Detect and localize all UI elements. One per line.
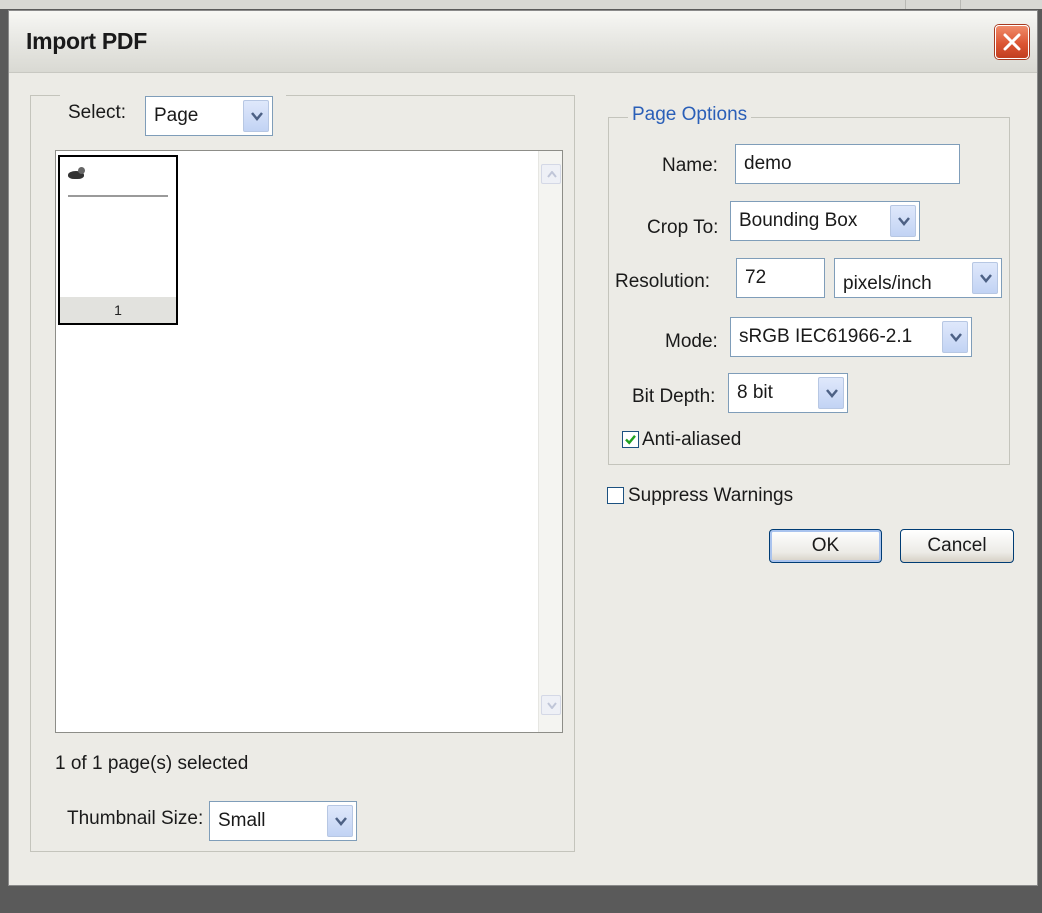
close-button[interactable]	[995, 25, 1029, 59]
mode-dropdown[interactable]: sRGB IEC61966-2.1	[730, 317, 972, 357]
page-text-line	[68, 195, 168, 197]
select-value: Page	[154, 105, 199, 126]
name-value: demo	[744, 153, 792, 174]
mode-dropdown-button[interactable]	[942, 321, 968, 353]
crop-to-value: Bounding Box	[739, 210, 858, 231]
select-label: Select:	[68, 102, 127, 123]
scroll-down-button[interactable]	[541, 695, 561, 715]
suppress-warnings-checkbox[interactable]	[607, 487, 624, 504]
thumbnail-size-dropdown[interactable]: Small	[209, 801, 357, 841]
chevron-down-icon	[826, 389, 838, 398]
suppress-warnings-label[interactable]: Suppress Warnings	[628, 485, 793, 507]
bit-depth-label: Bit Depth:	[632, 386, 716, 407]
bit-depth-value: 8 bit	[737, 382, 773, 403]
bit-depth-dropdown-button[interactable]	[818, 377, 844, 409]
bit-depth-dropdown[interactable]: 8 bit	[728, 373, 848, 413]
name-label: Name:	[662, 155, 718, 176]
mode-label: Mode:	[665, 331, 718, 352]
select-dropdown-button[interactable]	[243, 100, 269, 132]
background-strip	[0, 0, 1042, 9]
selection-status: 1 of 1 page(s) selected	[55, 753, 249, 774]
anti-aliased-checkbox[interactable]	[622, 431, 639, 448]
resolution-unit-value: pixels/inch	[843, 273, 932, 294]
page-options-legend: Page Options	[628, 104, 752, 126]
crop-to-label: Crop To:	[647, 217, 719, 238]
chevron-down-icon	[898, 217, 910, 226]
thumbnail-size-dropdown-button[interactable]	[327, 805, 353, 837]
scroll-up-button[interactable]	[541, 164, 561, 184]
resolution-input[interactable]: 72	[736, 258, 825, 298]
strip-divider	[905, 0, 906, 9]
select-dropdown[interactable]: Page	[145, 96, 273, 136]
page-thumbnail[interactable]: 1	[58, 155, 178, 325]
chevron-down-icon	[950, 333, 962, 342]
chevron-down-icon	[547, 702, 557, 709]
chevron-up-icon	[547, 171, 557, 178]
resolution-unit-dropdown-button[interactable]	[972, 262, 998, 294]
name-input[interactable]: demo	[735, 144, 960, 184]
resolution-unit-dropdown[interactable]: pixels/inch	[834, 258, 1002, 298]
page-preview-image	[60, 157, 176, 297]
ok-button[interactable]: OK	[769, 529, 882, 563]
vertical-scrollbar[interactable]	[538, 151, 562, 732]
chevron-down-icon	[335, 817, 347, 826]
anti-aliased-label[interactable]: Anti-aliased	[642, 429, 741, 451]
resolution-label: Resolution:	[615, 271, 711, 292]
chevron-down-icon	[251, 112, 263, 121]
page-logo-graphic	[78, 167, 85, 174]
thumbnail-size-value: Small	[218, 810, 266, 831]
cancel-button[interactable]: Cancel	[900, 529, 1014, 563]
thumbnail-size-label: Thumbnail Size:	[67, 808, 204, 829]
thumbnail-page-number: 1	[60, 297, 176, 323]
crop-to-dropdown-button[interactable]	[890, 205, 916, 237]
mode-value: sRGB IEC61966-2.1	[739, 326, 913, 347]
checkmark-icon	[625, 435, 636, 445]
crop-to-dropdown[interactable]: Bounding Box	[730, 201, 920, 241]
strip-divider	[960, 0, 961, 9]
resolution-value: 72	[745, 267, 767, 288]
title-bar[interactable]: Import PDF	[9, 11, 1037, 73]
chevron-down-icon	[980, 274, 992, 283]
close-icon	[1003, 33, 1021, 51]
dialog-title: Import PDF	[26, 28, 147, 54]
